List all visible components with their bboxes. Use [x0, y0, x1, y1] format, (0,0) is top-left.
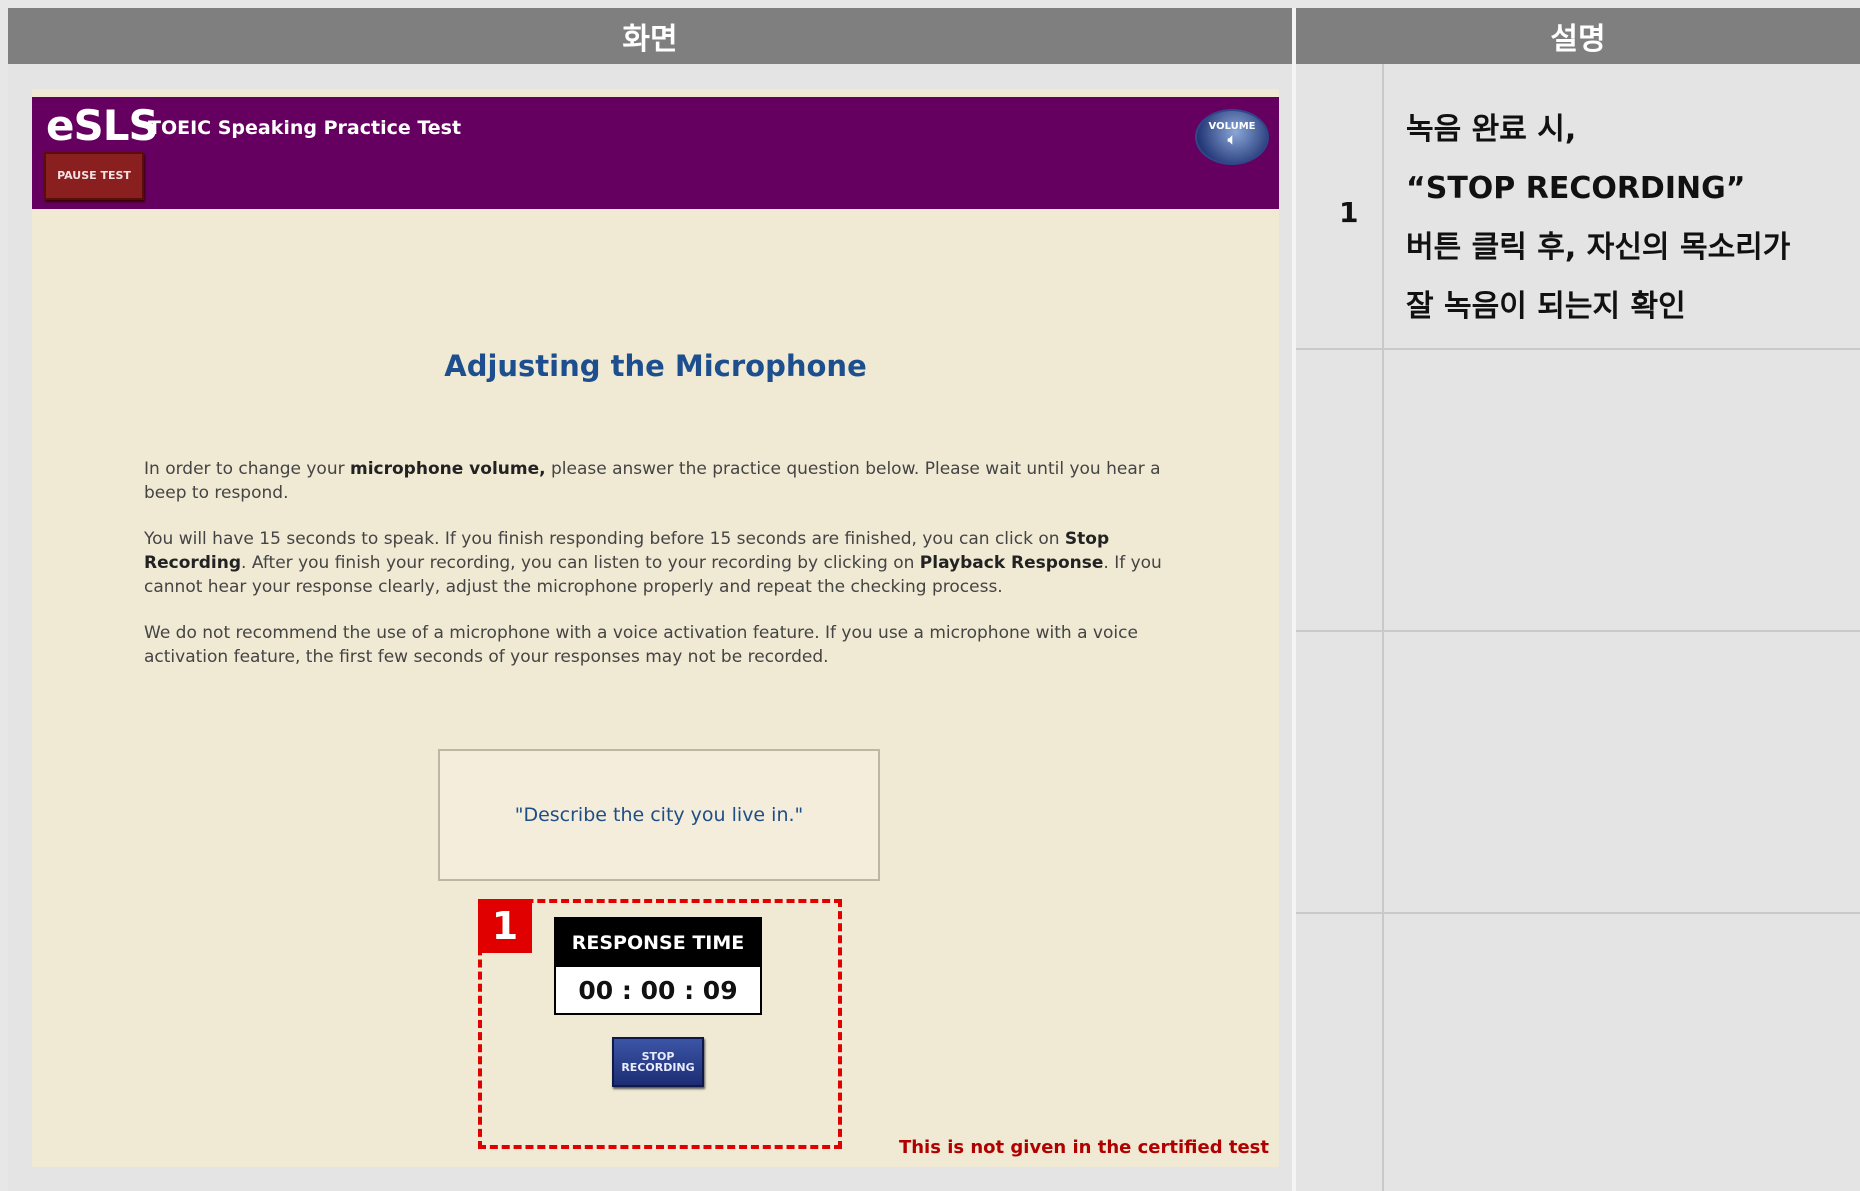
description-line: “STOP RECORDING” — [1406, 171, 1746, 206]
instruction-paragraph-1: In order to change your microphone volum… — [144, 457, 1164, 505]
volume-label: VOLUME — [1208, 121, 1256, 132]
speaker-icon: 🔈︎ — [1227, 132, 1237, 148]
p1-bold: microphone volume, — [350, 459, 546, 479]
header-screen: 화면 — [8, 8, 1292, 64]
description-line: 녹음 완료 시, — [1406, 112, 1577, 147]
pause-test-button[interactable]: PAUSE TEST — [44, 152, 144, 200]
certified-test-note: This is not given in the certified test — [898, 1137, 1269, 1158]
practice-question-box: "Describe the city you live in." — [438, 749, 880, 881]
highlight-callout-box — [478, 899, 842, 1149]
practice-question: "Describe the city you live in." — [514, 804, 804, 826]
app-title: TOEIC Speaking Practice Test — [148, 117, 462, 139]
p2-text-mid: . After you finish your recording, you c… — [241, 553, 920, 573]
app-topbar: eSLS TOEIC Speaking Practice Test PAUSE … — [32, 97, 1279, 209]
description-line: 잘 녹음이 되는지 확인 — [1406, 289, 1686, 324]
app-screenshot: eSLS TOEIC Speaking Practice Test PAUSE … — [32, 89, 1279, 1167]
column-divider — [1292, 8, 1296, 1191]
p2-text: You will have 15 seconds to speak. If yo… — [144, 529, 1065, 549]
instruction-paragraph-3: We do not recommend the use of a microph… — [144, 623, 1138, 667]
row-divider — [1296, 348, 1860, 350]
p1-text: In order to change your — [144, 459, 350, 479]
p2-bold-playback: Playback Response — [919, 553, 1104, 573]
description-line: 버튼 클릭 후, 자신의 목소리가 — [1406, 230, 1791, 265]
instruction-paragraph-2: You will have 15 seconds to speak. If yo… — [144, 527, 1164, 599]
esls-logo: eSLS — [46, 101, 159, 150]
callout-number-badge: 1 — [478, 899, 532, 953]
row-number: 1 — [1339, 196, 1359, 229]
row-divider — [1296, 912, 1860, 914]
volume-button[interactable]: VOLUME 🔈︎ — [1195, 109, 1269, 165]
guide-table: 화면 설명 eSLS TOEIC Speaking Practice Test … — [8, 8, 1860, 1191]
header-description: 설명 — [1296, 8, 1860, 64]
row-description: 녹음 완료 시, “STOP RECORDING” 버튼 클릭 후, 자신의 목… — [1406, 100, 1860, 336]
page-heading: Adjusting the Microphone — [444, 349, 867, 383]
row-divider — [1296, 630, 1860, 632]
number-column-divider — [1382, 64, 1384, 1191]
